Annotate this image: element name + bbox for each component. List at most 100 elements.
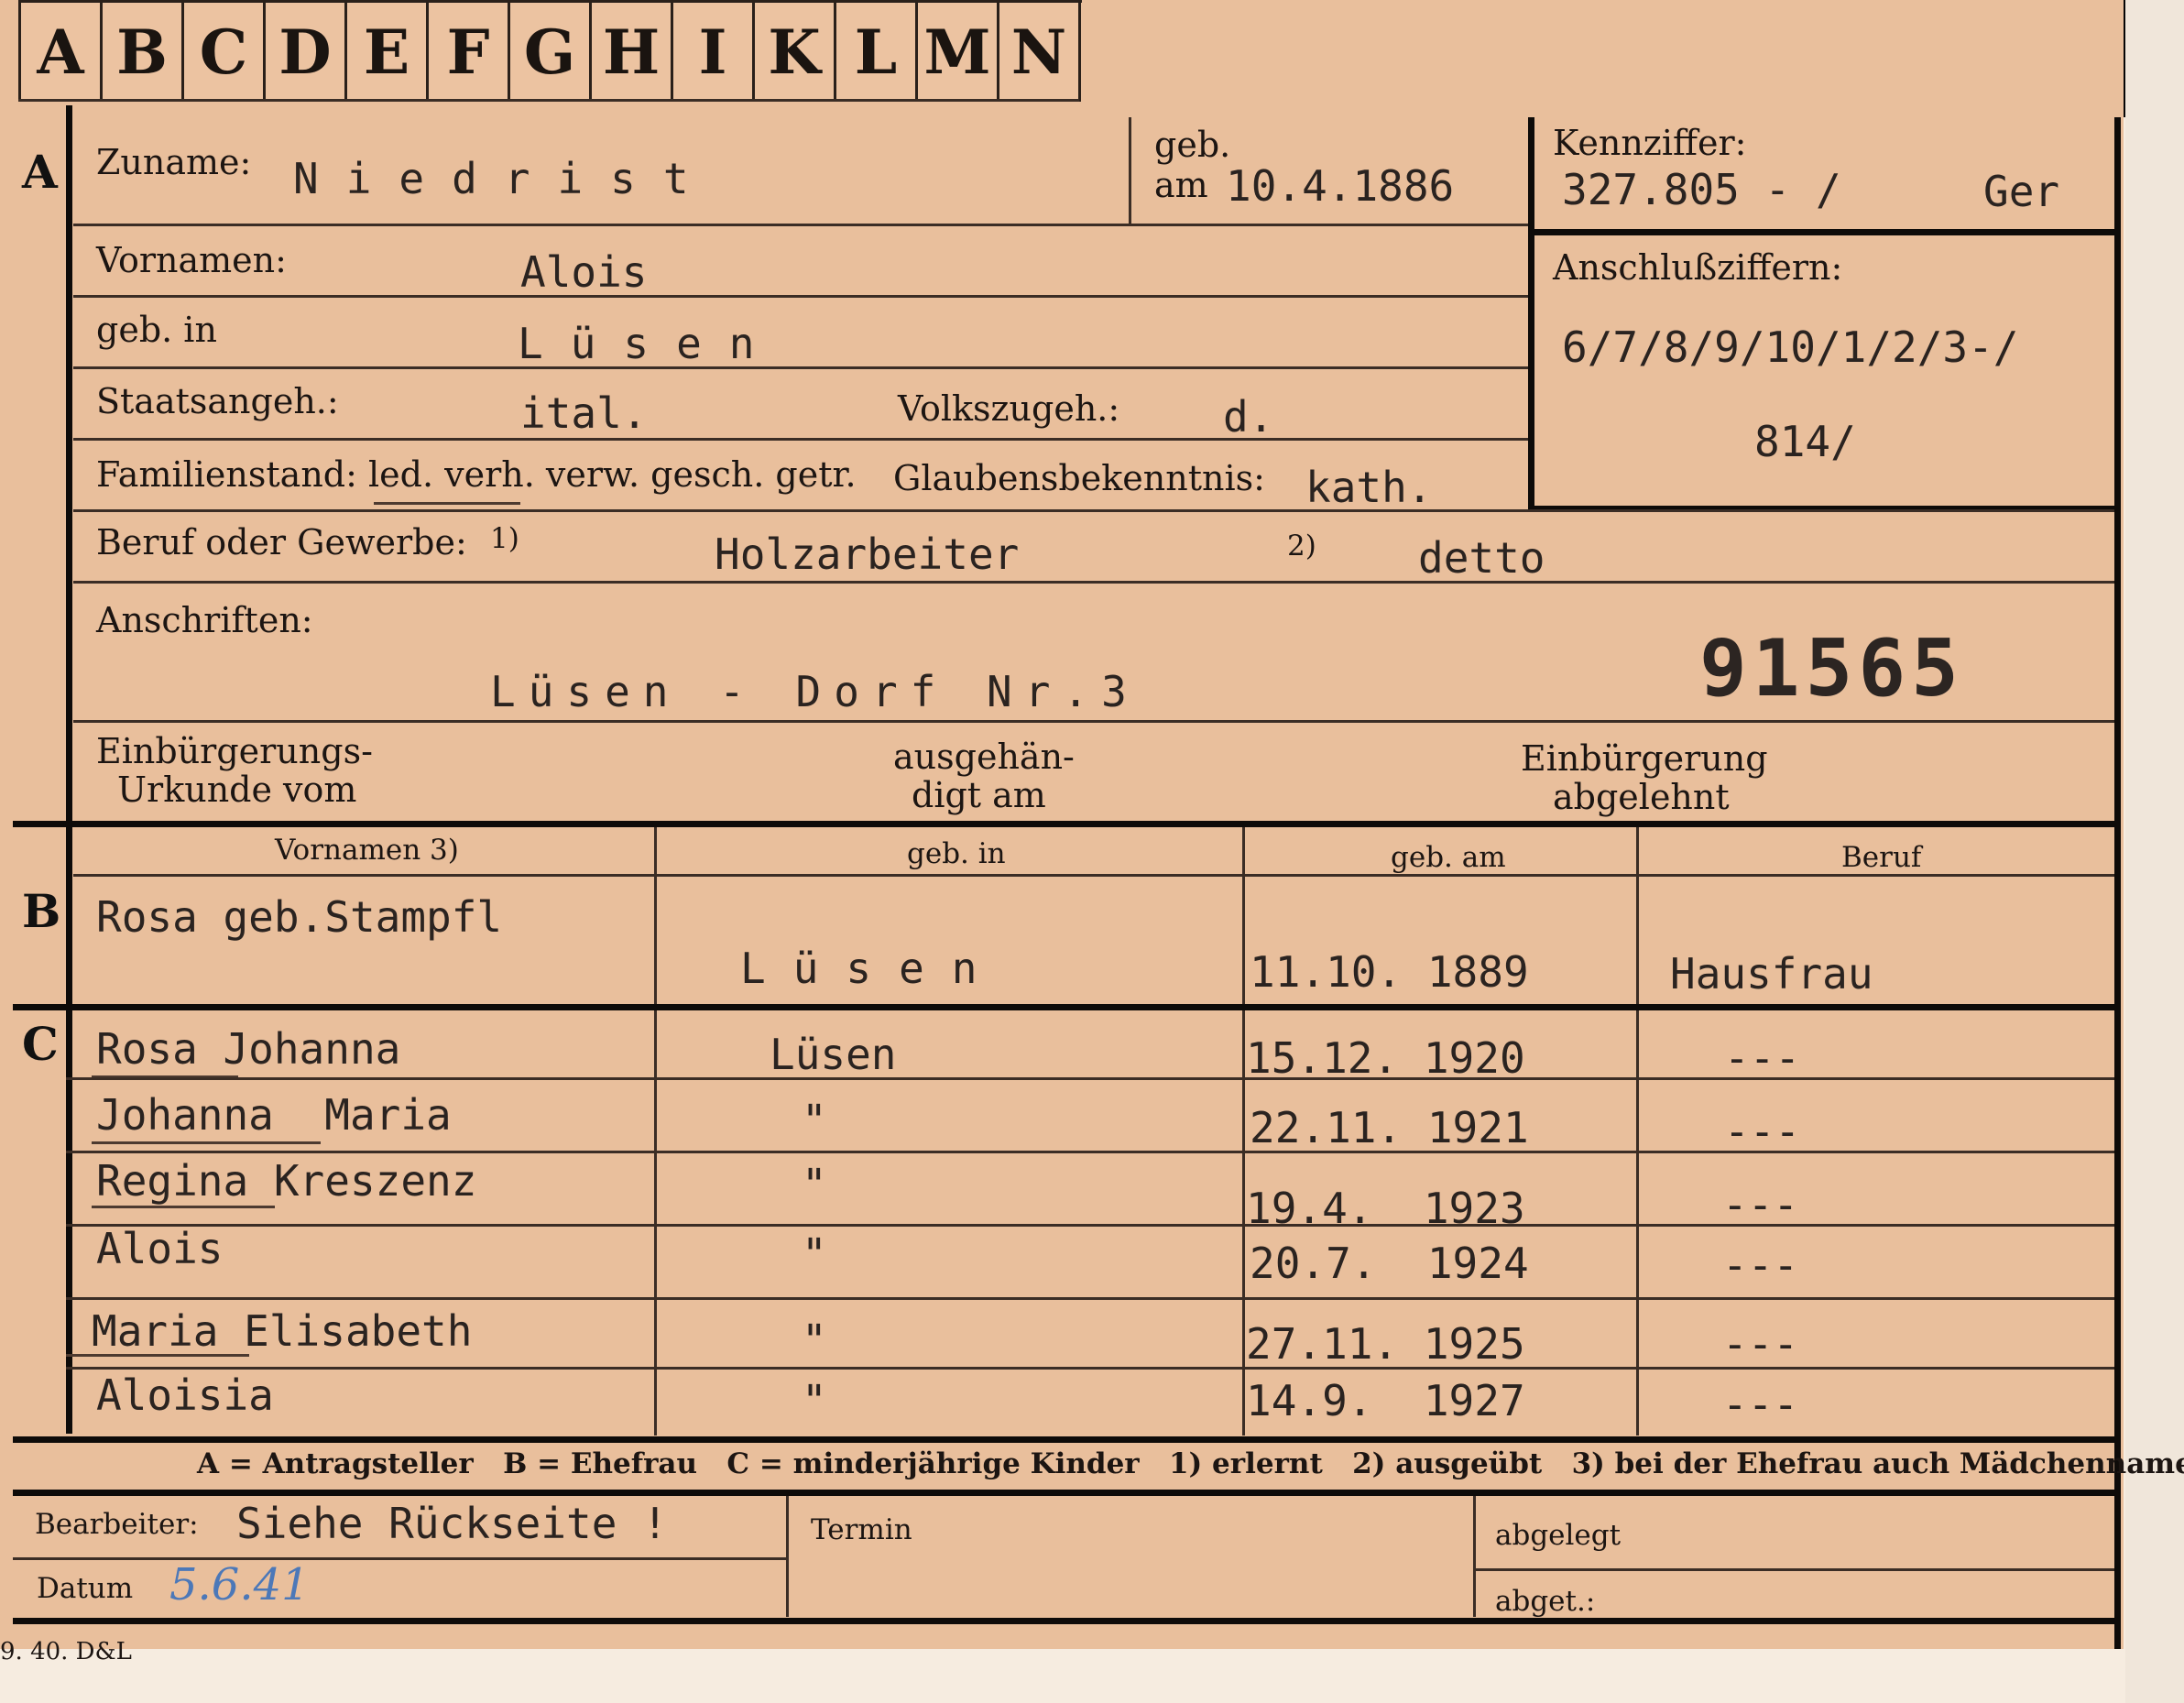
child-2-beruf: ---	[1724, 1107, 1801, 1156]
bearbeiter-label: Bearbeiter:	[35, 1508, 199, 1541]
alphabet-tab-strip: A B C D E F G H I K L M N	[18, 0, 1082, 102]
spouse-vornamen: Rosa geb.Stampfl	[96, 892, 503, 942]
col-divider-beruf	[1636, 827, 1639, 1436]
geb-am-label-line2: am	[1154, 165, 1208, 205]
footer-line-left	[13, 1557, 786, 1560]
tab-e[interactable]: E	[347, 3, 429, 102]
einbuergerung-abgelehnt-label-1: Einbürgerung	[1521, 738, 1768, 779]
row-line-7	[73, 720, 2114, 723]
familienstand-verh-underline	[374, 502, 520, 505]
vornamen-value: Alois	[520, 247, 648, 297]
child-5-name: Maria Elisabeth	[92, 1306, 473, 1356]
kennziffer-bottom-line	[1528, 229, 2114, 235]
ausgehaendigt-label-2: digt am	[912, 775, 1046, 815]
spouse-header-line	[73, 874, 2114, 877]
child-row-line-1	[66, 1077, 2114, 1080]
child-3-name: Regina Kreszenz	[96, 1156, 477, 1206]
tab-m[interactable]: M	[918, 3, 999, 102]
geb-in-label: geb. in	[96, 310, 217, 350]
kennziffer-left-divider	[1528, 117, 1534, 509]
einbuergerungs-urkunde-label-2: Urkunde vom	[117, 770, 357, 810]
row-line-2	[73, 295, 1528, 298]
child-row-line-4	[66, 1297, 2114, 1300]
legend: A = Antragsteller B = Ehefrau C = minder…	[197, 1447, 2184, 1480]
tab-b[interactable]: B	[103, 3, 184, 102]
child-1-beruf: ---	[1724, 1033, 1801, 1083]
staatsangeh-value: ital.	[520, 388, 648, 438]
einbuergerung-abgelehnt-label-2: abgelehnt	[1553, 777, 1730, 817]
anschlussziffern-line1: 6/7/8/9/10/1/2/3-/	[1562, 322, 2019, 372]
card-right-edge	[2114, 117, 2121, 1649]
child-6-name: Aloisia	[96, 1370, 274, 1420]
col-divider-geb-am	[1242, 827, 1245, 1436]
beruf-note-1: 1)	[490, 522, 519, 555]
col-divider-geb-in	[654, 827, 657, 1436]
glaubensbekenntnis-label: Glaubensbekenntnis:	[893, 458, 1265, 498]
child-4-beruf: ---	[1722, 1240, 1799, 1290]
kennziffer-value: 327.805 - /	[1562, 165, 1841, 214]
einbuergerungs-urkunde-label-1: Einbürgerungs-	[96, 731, 373, 771]
print-code: 9. 40. D&L	[0, 1638, 132, 1665]
child-6-geb-am: 14.9. 1927	[1246, 1376, 1525, 1425]
spouse-geb-in: Lüsen	[740, 944, 1005, 993]
tab-f[interactable]: F	[429, 3, 510, 102]
row-line-4	[73, 438, 1528, 441]
tab-l[interactable]: L	[836, 3, 918, 102]
registration-card: A B C D E F G H I K L M N A Zuname: Nied…	[0, 0, 2184, 1649]
spouse-beruf: Hausfrau	[1670, 949, 1873, 999]
volkszugeh-value: d.	[1223, 392, 1274, 442]
section-a-marker: A	[22, 145, 58, 199]
section-c-marker: C	[22, 1017, 59, 1071]
abgelegt-label: abgelegt	[1495, 1519, 1622, 1552]
beruf-label: Beruf oder Gewerbe:	[96, 522, 467, 562]
geb-in-value: Lüsen	[518, 319, 782, 368]
child-2-geb-am: 22.11. 1921	[1250, 1103, 1529, 1152]
vornamen-label: Vornamen:	[96, 240, 287, 280]
child-1-name: Rosa Johanna	[96, 1024, 401, 1074]
child-5-geb-am: 27.11. 1925	[1246, 1319, 1525, 1369]
geb-am-value: 10.4.1886	[1226, 161, 1455, 211]
child-2-geb-in: "	[802, 1096, 827, 1145]
tab-k[interactable]: K	[755, 3, 836, 102]
anschlussziffern-label: Anschlußziffern:	[1553, 247, 1843, 288]
termin-label: Termin	[811, 1513, 912, 1546]
beruf-value-2: detto	[1418, 533, 1545, 583]
child-row-line-3	[66, 1224, 2114, 1227]
child-2-name: Johanna Maria	[96, 1090, 452, 1140]
beruf-note-2: 2)	[1287, 529, 1316, 562]
spouse-header-vornamen: Vornamen 3)	[275, 834, 459, 867]
section-b-marker: B	[22, 884, 61, 938]
legend-top-line	[13, 1436, 2114, 1443]
familienstand-label: Familienstand: led. verh. verw. gesch. g…	[96, 454, 857, 495]
card-bottom-line	[13, 1618, 2114, 1624]
child-5-beruf: ---	[1722, 1319, 1799, 1369]
tab-c[interactable]: C	[184, 3, 266, 102]
section-b-top-line	[13, 821, 2114, 827]
bearbeiter-value: Siehe Rückseite !	[236, 1499, 668, 1548]
spouse-header-geb-in: geb. in	[907, 837, 1006, 870]
staatsangeh-label: Staatsangeh.:	[96, 381, 339, 421]
beruf-value-1: Holzarbeiter	[715, 529, 1020, 579]
anschriften-value: Lüsen - Dorf Nr.3	[490, 667, 1140, 716]
tab-n[interactable]: N	[999, 3, 1081, 102]
tab-a[interactable]: A	[21, 3, 103, 102]
tab-d[interactable]: D	[266, 3, 347, 102]
ausgehaendigt-label-1: ausgehän-	[893, 737, 1075, 777]
spouse-header-geb-am: geb. am	[1391, 841, 1506, 874]
stamp-number: 91565	[1699, 623, 1964, 715]
section-marker-divider	[66, 105, 72, 1434]
row-line-1	[73, 224, 1528, 226]
tab-strip-bottom-line	[18, 99, 1079, 102]
child-2-underline	[92, 1141, 321, 1144]
kennziffer-suffix: Ger	[1983, 167, 2060, 216]
child-4-geb-am: 20.7. 1924	[1250, 1239, 1529, 1288]
tab-i[interactable]: I	[673, 3, 755, 102]
anschlussziffern-line2: 814/	[1754, 417, 1856, 466]
child-3-beruf: ---	[1722, 1180, 1799, 1229]
tab-h[interactable]: H	[592, 3, 673, 102]
child-4-name: Alois	[96, 1224, 224, 1273]
child-6-beruf: ---	[1722, 1380, 1799, 1429]
glaubensbekenntnis-value: kath.	[1305, 463, 1433, 512]
tab-g[interactable]: G	[510, 3, 592, 102]
abget-label: abget.:	[1495, 1585, 1596, 1618]
